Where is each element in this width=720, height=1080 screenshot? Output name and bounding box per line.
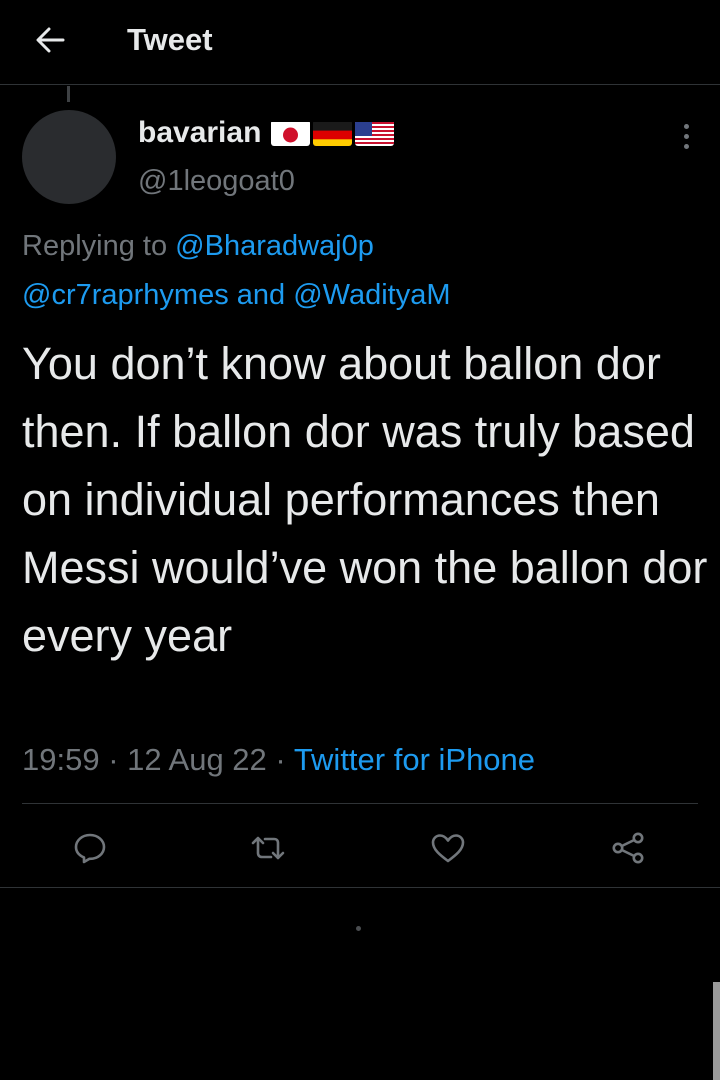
like-icon — [431, 834, 465, 863]
retweet-icon — [251, 836, 285, 860]
display-name-text: bavarian — [138, 116, 262, 149]
more-dot-icon — [683, 123, 689, 129]
usa-flag-icon — [355, 120, 395, 146]
action-bar — [0, 815, 720, 881]
divider — [22, 803, 698, 804]
more-dot-icon — [683, 143, 689, 149]
avatar[interactable] — [22, 110, 116, 204]
share-button[interactable] — [605, 825, 651, 871]
more-options-button[interactable] — [668, 118, 704, 154]
tweet-meta: 19:59 · 12 Aug 22 · Twitter for iPhone — [22, 738, 535, 782]
tweet-time[interactable]: 19:59 — [22, 742, 100, 777]
japan-flag-icon — [271, 120, 311, 146]
tweet-date[interactable]: 12 Aug 22 — [127, 742, 267, 777]
replying-and: and — [236, 279, 286, 311]
scrollbar[interactable] — [713, 982, 720, 1080]
top-bar: Tweet — [0, 0, 720, 85]
mention-link[interactable]: @WadityaM — [293, 279, 450, 311]
meta-separator: · — [275, 742, 286, 777]
author-handle[interactable]: @1leogoat0 — [138, 162, 295, 200]
retweet-button[interactable] — [245, 825, 291, 871]
author-name[interactable]: bavarian — [138, 114, 395, 152]
germany-flag-icon — [313, 120, 353, 146]
more-dot-icon — [683, 133, 689, 139]
loading-indicator — [356, 926, 361, 931]
like-button[interactable] — [425, 825, 471, 871]
page-title: Tweet — [127, 22, 213, 57]
reply-button[interactable] — [67, 825, 113, 871]
thread-connector-line — [67, 86, 70, 102]
name-flags — [271, 120, 395, 146]
divider — [0, 887, 720, 888]
replying-label: Replying to — [22, 230, 168, 262]
reply-icon — [74, 833, 106, 864]
replying-to: Replying to @Bharadwaj0p @cr7raprhymes a… — [22, 222, 702, 320]
meta-separator: · — [108, 742, 119, 777]
tweet-body: You don’t know about ballon dor then. If… — [22, 338, 708, 661]
back-arrow-icon — [36, 27, 65, 53]
mention-link[interactable]: @cr7raprhymes — [22, 279, 229, 311]
mention-link[interactable]: @Bharadwaj0p — [175, 230, 374, 262]
back-button[interactable] — [30, 20, 70, 60]
share-icon — [612, 832, 644, 864]
tweet-source[interactable]: Twitter for iPhone — [294, 742, 535, 777]
